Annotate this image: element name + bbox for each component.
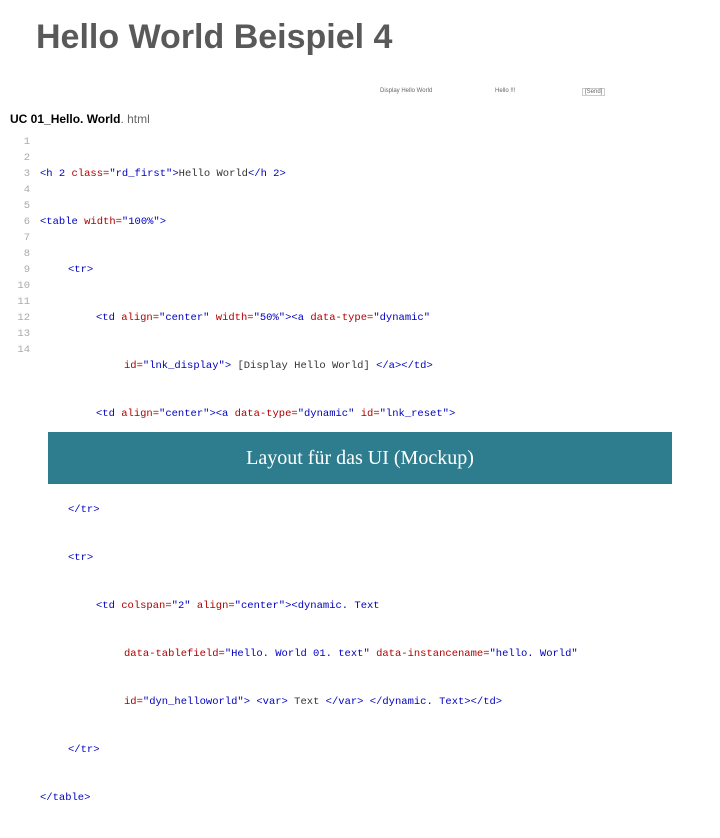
code-line: <td align="center"><a data-type="dynamic… xyxy=(40,406,710,422)
footer-caption-text: Layout für das UI (Mockup) xyxy=(246,447,474,470)
code-line: id="lnk_display"> [Display Hello World] … xyxy=(40,358,710,374)
code-line: </tr> xyxy=(40,742,710,758)
code-line: id="dyn_helloworld"> <var> Text </var> <… xyxy=(40,694,710,710)
code-filename: UC 01_Hello. World. html xyxy=(10,112,150,126)
code-line: <td align="center" width="50%"><a data-t… xyxy=(40,310,710,326)
code-line: <td colspan="2" align="center"><dynamic.… xyxy=(40,598,710,614)
preview-display-link: Display Hello World xyxy=(380,88,432,94)
code-line: <tr> xyxy=(40,262,710,278)
line-number-gutter: 1 2 3 4 5 6 7 8 9 10 11 12 13 14 xyxy=(10,134,36,358)
code-line: </table> xyxy=(40,790,710,806)
code-line: <tr> xyxy=(40,550,710,566)
code-listing: 1 2 3 4 5 6 7 8 9 10 11 12 13 14 <h 2 cl… xyxy=(10,134,710,838)
code-line: <h 2 class="rd_first">Hello World</h 2> xyxy=(40,166,710,182)
code-line: data-tablefield="Hello. World 01. text" … xyxy=(40,646,710,662)
footer-caption-bar: Layout für das UI (Mockup) xyxy=(48,432,672,484)
code-line: <table width="100%"> xyxy=(40,214,710,230)
preview-hello-text: Hello !!! xyxy=(495,88,515,94)
mini-preview-bar: Display Hello World Hello !!! [Send] xyxy=(0,88,720,104)
slide-title: Hello World Beispiel 4 xyxy=(0,0,720,57)
code-line: </tr> xyxy=(40,502,710,518)
preview-reset-button: [Send] xyxy=(582,88,605,96)
code-body: <h 2 class="rd_first">Hello World</h 2> … xyxy=(40,134,710,838)
